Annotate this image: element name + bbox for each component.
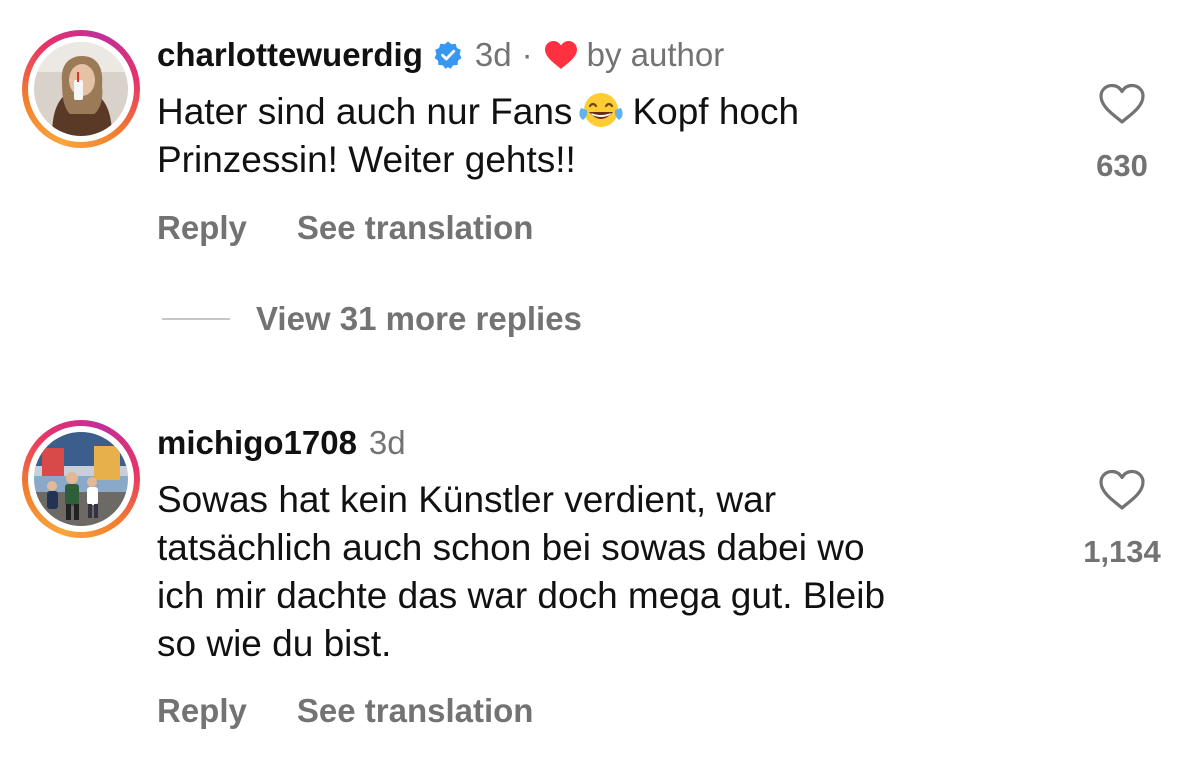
- story-ring[interactable]: [22, 30, 140, 148]
- comment-text: Hater sind auch nur Fans Kopf hoch Prinz…: [157, 88, 799, 184]
- face-with-tears-of-joy-emoji: [579, 93, 624, 127]
- view-more-replies-button[interactable]: View 31 more replies: [162, 300, 582, 338]
- comment-header: michigo1708 3d: [157, 424, 406, 462]
- avatar-photo: [34, 42, 128, 136]
- username[interactable]: charlottewuerdig: [157, 36, 423, 74]
- avatar[interactable]: [34, 432, 128, 526]
- liked-by-author-label: by author: [586, 36, 725, 73]
- see-translation-button[interactable]: See translation: [297, 692, 534, 730]
- heart-outline-icon[interactable]: [1097, 468, 1147, 512]
- comment-time: 3d: [474, 36, 512, 73]
- story-ring[interactable]: [22, 420, 140, 538]
- avatar-gap: [28, 36, 134, 142]
- comment-actions: Reply See translation: [157, 209, 533, 247]
- comment-header: charlottewuerdig 3d · by author: [157, 36, 724, 74]
- username[interactable]: michigo1708: [157, 424, 357, 462]
- comment-text-part: Kopf hoch: [632, 91, 800, 132]
- verified-badge-icon: [434, 41, 462, 69]
- avatar-photo: [34, 432, 128, 526]
- view-more-replies-label: View 31 more replies: [256, 300, 582, 337]
- reply-button[interactable]: Reply: [157, 209, 247, 247]
- comment-actions: Reply See translation: [157, 692, 533, 730]
- avatar[interactable]: [34, 42, 128, 136]
- like-count: 630: [1096, 148, 1148, 183]
- meta-separator: ·: [521, 36, 533, 73]
- thread-line: [162, 318, 230, 320]
- comment-text-part: Prinzessin! Weiter gehts!!: [157, 139, 576, 180]
- red-heart-icon: [544, 41, 577, 69]
- comment-text-line: tatsächlich auch schon bei sowas dabei w…: [157, 527, 865, 568]
- see-translation-button[interactable]: See translation: [297, 209, 534, 247]
- comment-text: Sowas hat kein Künstler verdient, war ta…: [157, 476, 885, 668]
- comment-text-part: Hater sind auch nur Fans: [157, 91, 573, 132]
- comment-text-line: so wie du bist.: [157, 623, 392, 664]
- comment-text-line: ich mir dachte das war doch mega gut. Bl…: [157, 575, 886, 616]
- heart-outline-icon[interactable]: [1097, 82, 1147, 126]
- comment-time: 3d: [368, 424, 406, 461]
- like-column: 1,134: [1062, 468, 1182, 570]
- like-column: 630: [1062, 82, 1182, 184]
- comment-text-line: Sowas hat kein Künstler verdient, war: [157, 479, 777, 520]
- reply-button[interactable]: Reply: [157, 692, 247, 730]
- like-count: 1,134: [1083, 534, 1161, 569]
- avatar-gap: [28, 426, 134, 532]
